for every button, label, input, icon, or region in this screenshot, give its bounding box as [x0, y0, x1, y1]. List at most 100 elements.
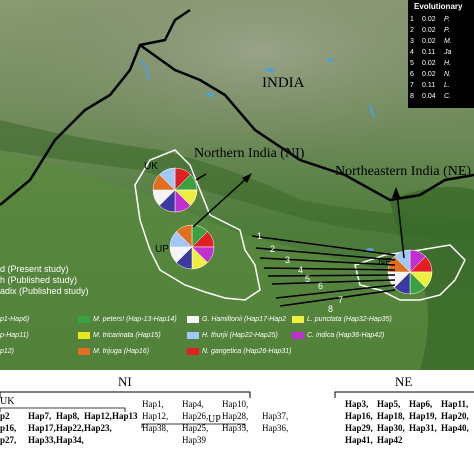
- legend-text: M. tricarinata (Hap15): [93, 332, 161, 339]
- haplotype-cell: Hap38,: [142, 423, 169, 433]
- haplotype-cell: Hap22,: [56, 423, 84, 433]
- evolutionary-row: 1 0.02 P.: [410, 14, 474, 25]
- haplotype-cell: Hap36,: [262, 423, 289, 433]
- haplotype-cell: Hap17,: [28, 423, 56, 433]
- legend-text: M. peters! (Hap-13-Hap14): [93, 316, 177, 323]
- haplotype-cell: Hap19,: [409, 411, 437, 421]
- country-label: INDIA: [262, 75, 305, 91]
- haplotype-row: Hap29, Hap30, Hap31, Hap40,: [345, 423, 474, 435]
- evolutionary-cell: M.: [444, 38, 452, 45]
- route-number: 1: [257, 231, 263, 241]
- haplotype-cell: Hap3,: [345, 399, 369, 409]
- species-legend-item: M. peters! (Hap-13-Hap14): [78, 316, 177, 323]
- haplotype-cell: Hap42: [377, 435, 403, 445]
- study-legend-item: adix (Published study): [0, 286, 89, 296]
- haplotype-cell: [84, 435, 112, 447]
- haplotype-cell: Hap16,: [345, 411, 373, 421]
- haplotype-row: Hap39: [142, 435, 337, 447]
- route-number: 6: [318, 281, 324, 291]
- haplotype-cell: Hap11,: [441, 399, 469, 409]
- species-legend-item: C. indica (Hap36-Hap42): [292, 332, 384, 339]
- evolutionary-cell: 3: [410, 38, 414, 45]
- evolutionary-cell: 4: [410, 49, 414, 56]
- region-label-ne: Northeastern India (NE): [335, 164, 472, 179]
- legend-text: N. gangetica (Hap26-Hap31): [202, 348, 292, 355]
- haplotype-cell: Hap31,: [409, 423, 437, 433]
- species-legend-item: p-Hap11): [0, 332, 29, 339]
- legend-text: M. trijuga (Hap16): [93, 348, 150, 355]
- haplotype-cell: Hap35,: [222, 423, 249, 433]
- haplotype-cell: p27,: [0, 435, 17, 445]
- haplotype-cell: Hap33,: [28, 435, 56, 445]
- species-legend-item: G. Hamiltonii (Hap17-Hap2: [187, 316, 286, 323]
- legend-text: G. Hamiltonii (Hap17-Hap2: [202, 316, 287, 323]
- legend-swatch: [78, 316, 90, 323]
- evolutionary-cell: C.: [444, 93, 451, 100]
- evolutionary-row: 6 0.02 N.: [410, 69, 474, 80]
- route-number: 5: [305, 274, 311, 284]
- haplotype-cell: Hap6,: [409, 399, 433, 409]
- pie-chart-up: [169, 224, 215, 270]
- map-panel: INDIA Northern India (NI) Northeastern I…: [0, 0, 474, 370]
- species-legend-item: M. trijuga (Hap16): [78, 348, 149, 355]
- evolutionary-cell: 0.02: [422, 38, 436, 45]
- haplotype-cell: Hap13: [112, 411, 138, 421]
- route-number: 2: [270, 244, 276, 254]
- legend-text: C. indica (Hap36-Hap42): [307, 332, 385, 339]
- evolutionary-row: 5 0.02 H.: [410, 58, 474, 69]
- evolutionary-cell: 0.04: [422, 93, 436, 100]
- evolutionary-row: 2 0.02 P.: [410, 25, 474, 36]
- legend-swatch: [78, 332, 90, 339]
- legend-swatch: [187, 316, 199, 323]
- haplotype-cell: Hap26,: [182, 411, 209, 421]
- haplotype-cell: [112, 423, 140, 435]
- haplotype-cell: Hap10,: [222, 399, 249, 409]
- haplotype-cell: Hap18,: [377, 411, 405, 421]
- evolutionary-cell: 0.11: [422, 82, 436, 89]
- haplotype-row: Hap3, Hap5, Hap6, Hap11,: [345, 399, 474, 411]
- evolutionary-cell: 2: [410, 27, 414, 34]
- evolutionary-cell: 8: [410, 93, 414, 100]
- legend-swatch: [292, 316, 304, 323]
- species-legend-item: p12): [0, 348, 14, 355]
- evolutionary-row: 8 0.04 C.: [410, 91, 474, 102]
- study-legend-item: d (Present study): [0, 264, 69, 274]
- legend-text: L. punctata (Hap32-Hap35): [307, 316, 392, 323]
- haplotype-cell: Hap20,: [441, 411, 469, 421]
- haplotype-cell: Hap41,: [345, 435, 373, 445]
- species-legend-item: N. gangetica (Hap26-Hap31): [187, 348, 292, 355]
- evolutionary-row: 7 0.11 L.: [410, 80, 474, 91]
- route-number: 8: [328, 304, 334, 314]
- species-legend-item: H. thurjii (Hap22-Hap25): [187, 332, 278, 339]
- haplotype-cell: Hap12,: [142, 411, 169, 421]
- uk-haplotypes: p2 Hap7, Hap8, Hap12, Hap13 p16, Hap17, Hap22, H…: [0, 411, 140, 447]
- evolutionary-cell: 0.02: [422, 60, 436, 67]
- evolutionary-title: Evolutionary: [414, 2, 463, 11]
- haplotype-cell: Hap34,: [56, 435, 84, 445]
- evolutionary-cell: 7: [410, 82, 414, 89]
- evolutionary-cell: Ja: [444, 49, 452, 56]
- haplotype-cell: Hap25,: [182, 423, 209, 433]
- species-legend-item: L. punctata (Hap32-Hap35): [292, 316, 392, 323]
- legend-text: p-Hap11): [0, 332, 29, 339]
- ni-label: NI: [118, 374, 132, 389]
- uk-label: UK: [0, 396, 15, 407]
- haplotype-cell: Hap5,: [377, 399, 401, 409]
- legend-swatch: [187, 332, 199, 339]
- route-number: 4: [298, 265, 304, 275]
- pie-chart-uk: [152, 167, 198, 213]
- species-legend: p1-Hap6) M. peters! (Hap-13-Hap14) G. Hami…: [0, 316, 474, 370]
- state-label-ne: NE: [378, 257, 392, 268]
- evolutionary-cell: N.: [444, 71, 451, 78]
- ne-label: NE: [395, 374, 413, 389]
- evolutionary-cell: 6: [410, 71, 414, 78]
- evolutionary-cell: 0.11: [422, 49, 436, 56]
- haplotype-cell: [112, 435, 140, 447]
- evolutionary-cell: 1: [410, 16, 414, 23]
- ne-haplotypes: Hap3, Hap5, Hap6, Hap11, Hap16, Hap18, Hap19, H…: [345, 399, 474, 447]
- haplotype-cell: Hap4,: [182, 399, 204, 409]
- study-legend-item: h (Published study): [0, 275, 78, 285]
- haplotype-cell: Hap12,: [84, 411, 112, 421]
- haplotype-table: NI NE UK UP p2 Hap7, Hap8, Hap12, Hap13 p16, H…: [0, 370, 474, 474]
- haplotype-cell: Hap28,: [222, 411, 249, 421]
